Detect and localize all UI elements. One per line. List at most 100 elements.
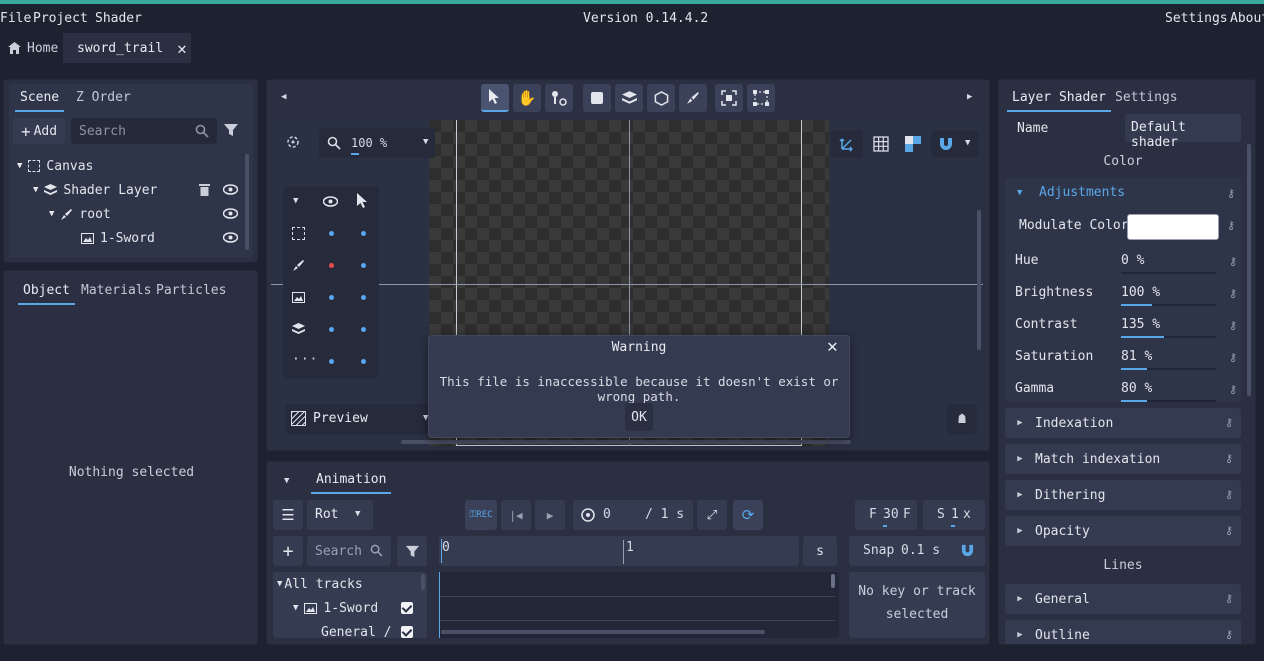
property-slider[interactable] (1121, 336, 1216, 338)
track-general[interactable]: General / (321, 620, 391, 639)
property-value[interactable]: 135 % (1121, 317, 1160, 332)
property-value[interactable]: 80 % (1121, 381, 1152, 396)
animation-select[interactable]: Rot ▼ (307, 500, 373, 530)
property-value[interactable]: 0 % (1121, 253, 1144, 268)
tab-animation[interactable]: Animation (311, 466, 392, 494)
eye-icon[interactable] (223, 184, 238, 195)
key-icon[interactable]: ⚷ (1229, 319, 1237, 332)
outline-section[interactable]: ▶ Outline ⚷ (1005, 620, 1241, 644)
key-icon[interactable]: ⚷ (1229, 287, 1237, 300)
zoom-dropdown-icon[interactable]: ▼ (423, 137, 428, 147)
general-section[interactable]: ▶ General ⚷ (1005, 584, 1241, 614)
property-saturation[interactable]: Saturation 81 % ⚷ (1015, 342, 1237, 372)
tree-item-canvas[interactable]: ▼ Canvas (17, 154, 93, 178)
select-dot[interactable] (361, 359, 366, 364)
chevron-right-icon[interactable]: ▶ (1005, 630, 1035, 640)
rect-tool-button[interactable] (583, 84, 611, 112)
loop-button[interactable]: ⟳ (733, 500, 763, 530)
chevron-right-icon[interactable]: ▶ (1005, 526, 1035, 536)
property-brightness[interactable]: Brightness 100 % ⚷ (1015, 278, 1237, 308)
property-slider[interactable] (1121, 272, 1216, 274)
toolbar-scroll-left-icon[interactable]: ◀ (281, 92, 286, 102)
select-tool-button[interactable] (481, 84, 509, 112)
key-icon[interactable]: ⚷ (1227, 187, 1235, 200)
chevron-down-icon[interactable]: ▼ (355, 509, 360, 519)
key-icon[interactable]: ⚷ (1229, 255, 1237, 268)
opacity-section[interactable]: ▶ Opacity ⚷ (1005, 516, 1241, 546)
chevron-down-icon[interactable]: ▼ (293, 196, 298, 206)
select-dot[interactable] (361, 327, 366, 332)
chevron-down-icon[interactable]: ▼ (17, 161, 22, 171)
select-dot[interactable] (361, 295, 366, 300)
eye-icon[interactable] (223, 232, 238, 243)
property-gamma[interactable]: Gamma 80 % ⚷ (1015, 374, 1237, 404)
magnet-icon[interactable] (961, 544, 974, 557)
go-to-start-button[interactable]: |◀ (501, 500, 531, 530)
chevron-right-icon[interactable]: ▶ (1005, 490, 1035, 500)
close-dialog-icon[interactable]: ✕ (827, 336, 838, 357)
add-track-button[interactable]: + (273, 536, 303, 566)
keyframe-area[interactable] (439, 572, 839, 638)
key-icon[interactable]: ⚷ (1225, 524, 1233, 537)
trash-icon[interactable] (199, 183, 210, 196)
chevron-right-icon[interactable]: ▶ (1005, 454, 1035, 464)
ok-button[interactable]: OK (625, 403, 653, 431)
snap-field[interactable]: Snap 0.1 s (849, 536, 985, 566)
modulate-color-swatch[interactable] (1127, 214, 1219, 240)
key-icon[interactable]: ⚷ (1225, 452, 1233, 465)
menu-shader[interactable]: Shader (95, 11, 142, 26)
property-slider[interactable] (1121, 400, 1216, 402)
tab-z-order[interactable]: Z Order (71, 84, 136, 112)
animation-menu-button[interactable]: ☰ (273, 500, 303, 530)
select-dot[interactable] (361, 263, 366, 268)
scene-search-input[interactable]: Search (71, 118, 217, 144)
property-slider[interactable] (1121, 368, 1216, 370)
menu-file[interactable]: File (0, 11, 31, 26)
cursor-icon[interactable] (357, 193, 369, 209)
visibility-dot[interactable] (329, 359, 334, 364)
axis-toggle-button[interactable] (831, 130, 863, 158)
filter-icon[interactable] (223, 122, 239, 142)
select-dot[interactable] (361, 231, 366, 236)
pan-tool-button[interactable]: ✋ (513, 84, 541, 112)
fps-field[interactable]: F 30 F (855, 500, 917, 530)
chevron-down-icon[interactable]: ▼ (49, 209, 54, 219)
property-hue[interactable]: Hue 0 % ⚷ (1015, 246, 1237, 276)
property-slider[interactable] (1121, 304, 1216, 306)
tab-object[interactable]: Object (18, 277, 75, 305)
add-node-button[interactable]: + Add (13, 118, 65, 144)
chevron-down-icon[interactable]: ▼ (1017, 188, 1022, 198)
tab-shader-settings[interactable]: Settings (1110, 84, 1183, 112)
keyframe-scrollbar[interactable] (831, 574, 835, 588)
chevron-right-icon[interactable]: ▶ (1005, 594, 1035, 604)
transform-tool-button[interactable] (747, 84, 775, 112)
visibility-dot[interactable] (329, 231, 334, 236)
speed-field[interactable]: S 1 x (923, 500, 985, 530)
shader-name-field[interactable]: Default shader (1125, 114, 1241, 150)
chevron-right-icon[interactable]: ▶ (1005, 418, 1035, 428)
close-tab-icon[interactable]: ✕ (177, 39, 187, 58)
tree-item-shader-layer[interactable]: ▼ Shader Layer (33, 178, 247, 202)
shader-panel-scrollbar[interactable] (1247, 144, 1251, 396)
tab-materials[interactable]: Materials (76, 277, 156, 305)
dithering-section[interactable]: ▶ Dithering ⚷ (1005, 480, 1241, 510)
collapse-animation-icon[interactable]: ▼ (284, 476, 289, 486)
key-icon[interactable]: ⚷ (1225, 628, 1233, 641)
track-list-scrollbar[interactable] (421, 574, 425, 590)
track-sword-checkbox[interactable] (401, 602, 413, 614)
viewport-horizontal-scrollbar[interactable] (401, 440, 851, 444)
bone-draw-tool-button[interactable] (679, 84, 707, 112)
scene-scrollbar[interactable] (245, 154, 249, 250)
expand-button[interactable]: ⤢ (697, 500, 727, 530)
bone-tool-button[interactable] (545, 84, 573, 112)
match-indexation-section[interactable]: ▶ Match indexation ⚷ (1005, 444, 1241, 474)
chevron-down-icon[interactable]: ▼ (33, 185, 38, 195)
adjustments-header[interactable]: ▼ Adjustments ⚷ (1005, 178, 1241, 208)
recenter-icon[interactable] (285, 134, 301, 154)
ruler-unit-button[interactable]: s (803, 536, 837, 566)
track-filter-button[interactable] (397, 536, 427, 566)
time-field[interactable]: 0 / 1 s (573, 500, 693, 530)
track-general-checkbox[interactable] (401, 626, 413, 638)
key-icon[interactable]: ⚷ (1225, 592, 1233, 605)
tab-scene[interactable]: Scene (15, 84, 65, 112)
